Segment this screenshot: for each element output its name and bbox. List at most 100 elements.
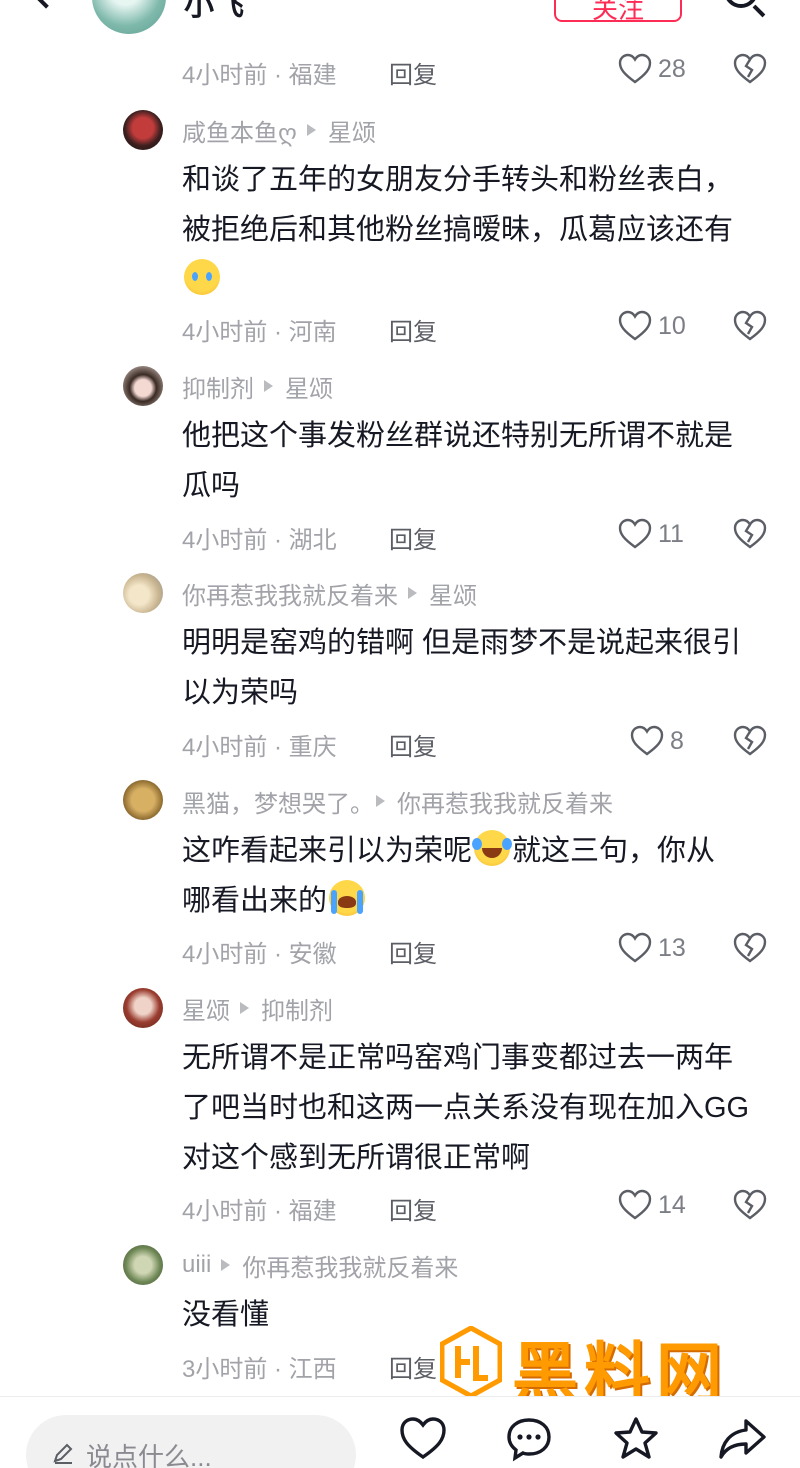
reply-to-username[interactable]: 你再惹我我就反着来 <box>397 784 613 819</box>
comment-text: 没看懂 <box>182 1290 772 1340</box>
comment-line: 被拒绝后和其他粉丝搞暧昧，瓜葛应该还有 <box>182 214 734 246</box>
dislike-button[interactable] <box>733 310 767 349</box>
avatar[interactable] <box>123 988 163 1028</box>
reply-button[interactable]: 回复 <box>389 1191 437 1226</box>
like-button[interactable]: 11 <box>618 518 684 550</box>
dislike-button[interactable] <box>733 725 767 764</box>
comment-icon[interactable] <box>505 1415 553 1463</box>
comment-text-segment: 就这三句，你从 <box>512 835 716 867</box>
comment-header: 星颂 抑制剂 <box>182 991 333 1026</box>
reply-button[interactable]: 回复 <box>389 312 437 347</box>
comment-footer: 4小时前 · 福建 回复 28 <box>182 53 782 89</box>
comment-text-segment: 这咋看起来引以为荣呢 <box>182 835 473 867</box>
pencil-icon <box>53 1443 73 1464</box>
comment-time-location: 4小时前 · 安徽 <box>182 941 337 968</box>
comment-username[interactable]: 你再惹我我就反着来 <box>182 576 398 611</box>
comment-footer: 4小时前 · 河南 回复 10 <box>182 310 782 346</box>
comment-footer: 4小时前 · 福建 回复 14 <box>182 1189 782 1225</box>
comment-line: 瓜吗 <box>182 470 241 502</box>
reply-button[interactable]: 回复 <box>389 1349 437 1384</box>
avatar[interactable] <box>123 1245 163 1285</box>
like-button[interactable]: 10 <box>618 310 686 342</box>
input-placeholder: 说点什么... <box>86 1442 212 1468</box>
avatar[interactable] <box>123 366 163 406</box>
heart-icon <box>618 310 652 341</box>
search-icon[interactable] <box>724 0 758 8</box>
dislike-button[interactable] <box>733 518 767 557</box>
reply-to-username[interactable]: 星颂 <box>429 576 477 611</box>
reply-to-username[interactable]: 抑制剂 <box>261 991 333 1026</box>
like-button[interactable]: 13 <box>618 932 686 964</box>
reply-to-username[interactable]: 你再惹我我就反着来 <box>242 1248 458 1283</box>
broken-heart-icon <box>733 725 767 756</box>
comment-username[interactable]: 咸鱼本鱼ღ <box>182 113 297 148</box>
like-count: 14 <box>658 1190 686 1219</box>
heart-icon <box>618 1189 652 1220</box>
avatar[interactable] <box>123 573 163 613</box>
comment-line: 对这个感到无所谓很正常啊 <box>182 1142 531 1174</box>
broken-heart-icon <box>733 310 767 341</box>
comment-input[interactable]: 说点什么... <box>26 1415 356 1468</box>
comment-footer: 4小时前 · 安徽 回复 13 <box>182 932 782 968</box>
follow-button[interactable]: 关注 <box>554 0 682 24</box>
reply-button[interactable]: 回复 <box>389 934 437 969</box>
reply-button[interactable]: 回复 <box>389 520 437 555</box>
like-button[interactable]: 8 <box>630 725 684 757</box>
reply-arrow-icon <box>408 587 417 599</box>
back-icon[interactable] <box>23 0 69 9</box>
dislike-button[interactable] <box>733 1189 767 1228</box>
like-count: 11 <box>658 519 684 548</box>
comment-footer: 4小时前 · 重庆 回复 8 <box>182 725 782 761</box>
comment-text: 他把这个事发粉丝群说还特别无所谓不就是 瓜吗 <box>182 411 772 511</box>
reply-to-username[interactable]: 星颂 <box>328 113 376 148</box>
comment-line: 了吧当时也和这两一点关系没有现在加入GG <box>182 1092 750 1124</box>
comment-time-location: 4小时前 · 河南 <box>182 319 337 346</box>
comment-footer: 4小时前 · 湖北 回复 11 <box>182 518 782 554</box>
comment-line: 无所谓不是正常吗窑鸡门事变都过去一两年 <box>182 1042 734 1074</box>
reply-button[interactable]: 回复 <box>389 727 437 762</box>
reply-arrow-icon <box>376 795 385 807</box>
comment-username[interactable]: 黑猫，梦想哭了。 <box>182 784 374 819</box>
comment-username[interactable]: 抑制剂 <box>182 369 254 404</box>
comment-header: 黑猫，梦想哭了。 你再惹我我就反着来 <box>182 784 613 819</box>
comment-line <box>182 255 772 305</box>
comment-time-location: 4小时前 · 福建 <box>182 62 337 89</box>
like-icon[interactable] <box>399 1415 447 1463</box>
share-icon[interactable] <box>718 1415 766 1463</box>
broken-heart-icon <box>733 1189 767 1220</box>
comment-time-location: 3小时前 · 江西 <box>182 1356 337 1383</box>
avatar[interactable] <box>123 110 163 150</box>
bottom-action-bar: 说点什么... <box>0 1396 800 1468</box>
like-count: 8 <box>670 726 684 755</box>
comment-text-segment: 哪看出来的 <box>182 885 328 917</box>
author-name[interactable]: 小飞 <box>184 0 244 24</box>
dislike-button[interactable] <box>733 53 767 92</box>
broken-heart-icon <box>733 932 767 963</box>
comment-footer: 3小时前 · 江西 回复 <box>182 1349 782 1383</box>
comment-text: 这咋看起来引以为荣呢 就这三句，你从 哪看出来的 <box>182 826 772 926</box>
reply-arrow-icon <box>306 124 316 136</box>
reply-arrow-icon <box>221 1259 231 1271</box>
like-button[interactable]: 28 <box>618 53 686 85</box>
like-count: 13 <box>658 933 686 962</box>
crying-face-emoji <box>184 259 220 295</box>
comment-username[interactable]: uiii <box>182 1251 211 1279</box>
tears-of-joy-emoji <box>472 830 511 866</box>
comment-line: 这咋看起来引以为荣呢 就这三句，你从 <box>182 826 772 876</box>
avatar[interactable] <box>123 780 163 820</box>
reply-arrow-icon <box>240 1002 249 1014</box>
heart-icon <box>630 725 664 756</box>
reply-to-username[interactable]: 星颂 <box>285 369 333 404</box>
author-avatar[interactable] <box>92 0 166 34</box>
comment-text: 和谈了五年的女朋友分手转头和粉丝表白， 被拒绝后和其他粉丝搞暧昧，瓜葛应该还有 <box>182 155 772 305</box>
comment-text: 无所谓不是正常吗窑鸡门事变都过去一两年 了吧当时也和这两一点关系没有现在加入GG… <box>182 1033 772 1183</box>
comment-header: 你再惹我我就反着来 星颂 <box>182 576 477 611</box>
comment-username[interactable]: 星颂 <box>182 991 230 1026</box>
comment-line: 没看懂 <box>182 1299 270 1331</box>
reply-button[interactable]: 回复 <box>389 55 437 90</box>
heart-icon <box>618 518 652 549</box>
like-button[interactable]: 14 <box>618 1189 686 1221</box>
comment-text: 明明是窑鸡的错啊 但是雨梦不是说起来很引 以为荣吗 <box>182 618 772 718</box>
dislike-button[interactable] <box>733 932 767 971</box>
favorite-icon[interactable] <box>612 1415 660 1463</box>
